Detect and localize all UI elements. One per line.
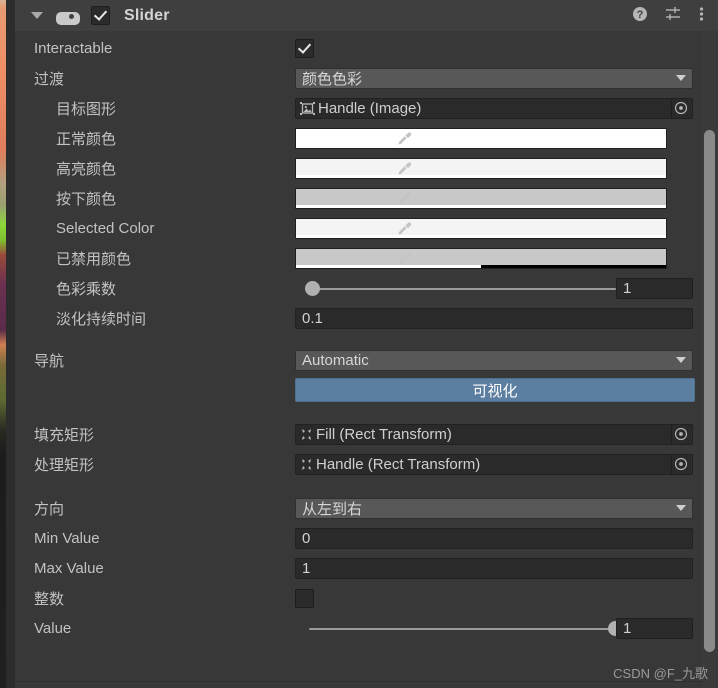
row-normal-color: 正常颜色	[15, 127, 702, 149]
color-multiplier-thumb[interactable]	[305, 280, 320, 296]
object-picker-icon[interactable]	[671, 454, 690, 474]
help-icon[interactable]: ?	[632, 6, 648, 26]
min-value-label: Min Value	[34, 529, 100, 547]
direction-value: 从左到右	[302, 500, 363, 518]
direction-label: 方向	[34, 500, 65, 518]
component-title: Slider	[124, 6, 170, 24]
target-graphic-label: 目标图形	[56, 100, 117, 118]
component-enabled-checkbox[interactable]	[91, 6, 110, 25]
navigation-value: Automatic	[302, 351, 369, 369]
transition-value: 颜色色彩	[302, 70, 363, 88]
header-icon-group: ?	[632, 6, 704, 26]
more-menu-icon[interactable]	[699, 6, 704, 26]
navigation-label: 导航	[34, 352, 65, 370]
highlighted-color-label: 高亮颜色	[56, 160, 117, 178]
object-picker-icon[interactable]	[671, 424, 690, 444]
handle-rect-object-field[interactable]: Handle (Rect Transform)	[295, 453, 693, 475]
row-fill-rect: 填充矩形 Fill (Rect Transform)	[15, 423, 702, 445]
fill-rect-value: Fill (Rect Transform)	[316, 425, 452, 443]
target-graphic-value: Handle (Image)	[318, 99, 422, 117]
highlighted-color-eyedropper-icon[interactable]	[393, 158, 415, 179]
watermark-text: CSDN @F_九歌	[613, 666, 708, 681]
row-interactable: Interactable	[15, 37, 702, 59]
selected-color-label: Selected Color	[56, 219, 155, 237]
max-value-label: Max Value	[34, 559, 104, 577]
target-graphic-object-field[interactable]: Handle (Image)	[295, 97, 693, 119]
row-whole-numbers: 整数	[15, 587, 702, 609]
disabled-color-label: 已禁用颜色	[56, 250, 132, 268]
transition-label: 过渡	[34, 70, 65, 88]
chevron-down-icon	[676, 75, 686, 81]
row-highlighted-color: 高亮颜色	[15, 157, 702, 179]
value-label: Value	[34, 619, 72, 637]
color-multiplier-slider[interactable]: 1	[295, 277, 693, 299]
color-multiplier-value[interactable]: 1	[616, 277, 693, 299]
preset-settings-icon[interactable]	[665, 6, 682, 26]
handle-rect-label: 处理矩形	[34, 456, 95, 474]
visualize-button[interactable]: 可视化	[295, 378, 695, 402]
selected-color-field[interactable]	[295, 217, 667, 239]
fill-rect-object-field[interactable]: Fill (Rect Transform)	[295, 423, 693, 445]
row-pressed-color: 按下颜色	[15, 187, 702, 209]
transition-dropdown[interactable]: 颜色色彩	[295, 67, 693, 89]
row-handle-rect: 处理矩形 Handle (Rect Transform)	[15, 453, 702, 475]
row-value: Value 1	[15, 617, 702, 639]
color-multiplier-track[interactable]	[309, 287, 616, 290]
value-slider-track[interactable]	[309, 627, 616, 630]
row-fade-duration: 淡化持续时间 0.1	[15, 307, 702, 329]
pressed-color-eyedropper-icon[interactable]	[393, 188, 415, 209]
row-min-value: Min Value 0	[15, 527, 702, 549]
properties-body: Interactable 过渡 颜色色彩 目标图形 Handle (Image)…	[15, 31, 702, 688]
handle-rect-value: Handle (Rect Transform)	[316, 455, 481, 473]
image-component-icon	[300, 101, 315, 115]
normal-color-eyedropper-icon[interactable]	[393, 128, 415, 149]
object-picker-icon[interactable]	[671, 98, 690, 118]
pressed-color-field[interactable]	[295, 187, 667, 209]
background-panel-gap	[6, 0, 15, 688]
navigation-dropdown[interactable]: Automatic	[295, 349, 693, 371]
row-target-graphic: 目标图形 Handle (Image)	[15, 97, 702, 119]
chevron-down-icon	[676, 357, 686, 363]
color-multiplier-label: 色彩乘数	[56, 280, 117, 298]
row-selected-color: Selected Color	[15, 217, 702, 239]
row-direction: 方向 从左到右	[15, 497, 702, 519]
component-header: Slider ?	[15, 0, 718, 32]
normal-color-label: 正常颜色	[56, 130, 117, 148]
pressed-color-label: 按下颜色	[56, 190, 117, 208]
chevron-down-icon	[676, 505, 686, 511]
rect-transform-icon	[302, 428, 311, 440]
vertical-scrollbar[interactable]	[702, 31, 718, 688]
row-visualize: 可视化	[15, 378, 702, 402]
min-value-input[interactable]: 0	[295, 527, 693, 549]
row-transition: 过渡 颜色色彩	[15, 67, 702, 89]
slider-component-icon	[56, 9, 80, 25]
inspector-panel: Slider ? Interactable 过渡 颜色色彩 目标图形 Handl…	[0, 0, 718, 688]
interactable-label: Interactable	[34, 39, 113, 57]
whole-numbers-label: 整数	[34, 590, 65, 608]
highlighted-color-field[interactable]	[295, 157, 667, 179]
row-max-value: Max Value 1	[15, 557, 702, 579]
selected-color-eyedropper-icon[interactable]	[393, 218, 415, 239]
fade-duration-label: 淡化持续时间	[56, 310, 147, 328]
interactable-checkbox[interactable]	[295, 38, 314, 58]
normal-color-field[interactable]	[295, 127, 667, 149]
max-value-input[interactable]: 1	[295, 557, 693, 579]
svg-text:?: ?	[637, 9, 644, 21]
value-slider[interactable]: 1	[295, 617, 693, 639]
fill-rect-label: 填充矩形	[34, 426, 95, 444]
value-number-input[interactable]: 1	[616, 617, 693, 639]
section-divider	[15, 681, 702, 682]
whole-numbers-checkbox[interactable]	[295, 588, 314, 608]
disabled-color-field[interactable]	[295, 247, 667, 269]
rect-transform-icon	[302, 458, 311, 470]
row-disabled-color: 已禁用颜色	[15, 247, 702, 269]
direction-dropdown[interactable]: 从左到右	[295, 497, 693, 519]
row-navigation: 导航 Automatic	[15, 349, 702, 371]
disabled-color-eyedropper-icon[interactable]	[393, 248, 415, 269]
fade-duration-input[interactable]: 0.1	[295, 307, 693, 329]
foldout-triangle-icon[interactable]	[31, 12, 43, 19]
row-color-multiplier: 色彩乘数 1	[15, 277, 702, 299]
scrollbar-thumb[interactable]	[704, 130, 715, 652]
